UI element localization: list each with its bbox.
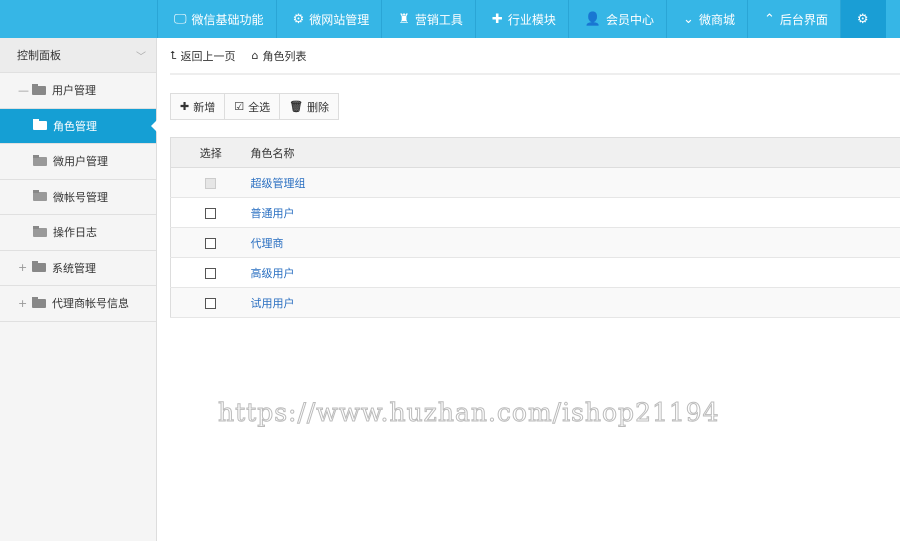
sidebar-item-label: 操作日志	[53, 226, 97, 240]
sidebar-item-label: 代理商帐号信息	[52, 297, 129, 311]
table-row: 普通用户	[170, 197, 900, 228]
folder-open-icon	[33, 190, 47, 202]
role-link[interactable]: 超级管理组	[251, 177, 306, 190]
monitor-icon: 🖵	[174, 11, 187, 27]
nav-member[interactable]: 👤 会员中心	[567, 0, 666, 38]
sidebar-item-micro-user[interactable]: 微用户管理	[0, 144, 156, 180]
nav-label: 微网站管理	[309, 12, 370, 27]
nav-wechat-basic[interactable]: 🖵 微信基础功能	[157, 0, 276, 38]
row-checkbox[interactable]	[205, 237, 217, 249]
table-row: 代理商	[170, 227, 900, 258]
nav-label: 后台界面	[779, 12, 828, 27]
folder-open-icon	[33, 225, 47, 237]
table-row: 试用用户	[170, 287, 900, 318]
sidebar-item-label: 角色管理	[53, 119, 97, 133]
watermark: https://www.huzhan.com/ishop21194	[218, 398, 720, 428]
col-role-name: 角色名称	[250, 137, 900, 168]
nav-marketing[interactable]: ♜ 营销工具	[381, 0, 475, 38]
collapse-icon: —	[18, 83, 29, 97]
sidebar-item-label: 用户管理	[52, 84, 96, 98]
castle-icon: ♜	[398, 11, 410, 27]
sidebar-item-user-management[interactable]: — 用户管理	[0, 73, 156, 109]
delete-button[interactable]: 🗑 删除	[280, 94, 338, 119]
chevron-up-icon: ⌃	[763, 11, 775, 27]
gear-icon: ⚙	[856, 11, 869, 27]
gear-icon: ⚙	[292, 11, 305, 27]
nav-label: 行业模块	[507, 12, 556, 27]
sidebar: 控制面板 ﹀ — 用户管理 角色管理 微用户管理 微帐号管理 操作日志 + 系统管理 …	[0, 38, 157, 541]
role-link[interactable]: 普通用户	[251, 207, 295, 220]
row-checkbox[interactable]	[205, 207, 217, 219]
nav-label: 微商城	[698, 12, 735, 27]
row-checkbox[interactable]	[205, 267, 217, 279]
add-label: 新增	[193, 100, 216, 114]
sidebar-item-agent-account[interactable]: + 代理商帐号信息	[0, 286, 156, 322]
nav-label: 会员中心	[606, 12, 655, 27]
delete-label: 删除	[307, 100, 330, 114]
sidebar-item-system[interactable]: + 系统管理	[0, 251, 156, 286]
user-icon: 👤	[584, 11, 602, 27]
toolbar: ✚ 新增 ☑ 全选 🗑 删除	[170, 93, 340, 120]
sidebar-item-label: 系统管理	[52, 261, 96, 275]
back-icon: ⮤	[170, 48, 177, 62]
chevron-down-icon: ⌄	[683, 11, 694, 27]
trash-icon: 🗑	[289, 100, 304, 113]
main-content: ⮤ 返回上一页 ⌂ 角色列表 ✚ 新增 ☑ 全选 🗑 删除 选择 角色名称 超级管理组 普通…	[170, 38, 900, 318]
plus-icon: ✚	[180, 100, 190, 113]
row-checkbox[interactable]	[205, 297, 217, 309]
table-row: 超级管理组	[170, 167, 900, 198]
expand-icon: +	[18, 261, 28, 275]
folder-icon	[32, 296, 46, 308]
breadcrumb: ⮤ 返回上一页 ⌂ 角色列表	[170, 38, 900, 75]
select-all-button[interactable]: ☑ 全选	[225, 94, 281, 119]
col-select: 选择	[170, 137, 251, 168]
role-link[interactable]: 试用用户	[251, 297, 295, 310]
folder-icon	[32, 83, 46, 95]
sidebar-title: 控制面板	[17, 49, 61, 62]
sidebar-item-label: 微帐号管理	[53, 190, 108, 204]
top-nav: 🖵 微信基础功能 ⚙ 微网站管理 ♜ 营销工具 ✚ 行业模块 👤 会员中心 ⌄ 微商城 ⌃ 后…	[157, 0, 886, 38]
back-link[interactable]: 返回上一页	[181, 48, 236, 64]
folder-open-icon	[33, 154, 47, 166]
nav-backend[interactable]: ⌃ 后台界面	[746, 0, 840, 38]
check-square-icon: ☑	[234, 100, 245, 113]
breadcrumb-current: 角色列表	[262, 49, 307, 63]
sidebar-header[interactable]: 控制面板 ﹀	[0, 38, 156, 73]
nav-settings[interactable]: ⚙	[839, 0, 886, 38]
folder-open-icon	[33, 119, 47, 131]
add-button[interactable]: ✚ 新增	[171, 94, 226, 119]
nav-industry[interactable]: ✚ 行业模块	[474, 0, 568, 38]
nav-micro-site[interactable]: ⚙ 微网站管理	[275, 0, 382, 38]
chevron-down-icon: ﹀	[136, 51, 146, 63]
nav-label: 营销工具	[414, 12, 463, 27]
sidebar-item-micro-account[interactable]: 微帐号管理	[0, 180, 156, 215]
role-table: 选择 角色名称 超级管理组 普通用户 代理商 高级用户 试用用户	[170, 137, 900, 318]
home-icon: ⌂	[251, 49, 259, 62]
role-link[interactable]: 代理商	[251, 237, 284, 250]
sidebar-item-operation-log[interactable]: 操作日志	[0, 215, 156, 251]
puzzle-icon: ✚	[491, 11, 503, 27]
nav-label: 微信基础功能	[191, 12, 264, 27]
sidebar-item-label: 微用户管理	[53, 155, 108, 169]
role-link[interactable]: 高级用户	[251, 267, 295, 280]
sidebar-item-role-management[interactable]: 角色管理	[0, 108, 157, 144]
expand-icon: +	[18, 296, 28, 310]
nav-shop[interactable]: ⌄ 微商城	[666, 0, 747, 38]
select-all-label: 全选	[248, 100, 271, 114]
row-checkbox	[205, 177, 217, 189]
folder-icon	[32, 261, 46, 273]
table-row: 高级用户	[170, 257, 900, 288]
